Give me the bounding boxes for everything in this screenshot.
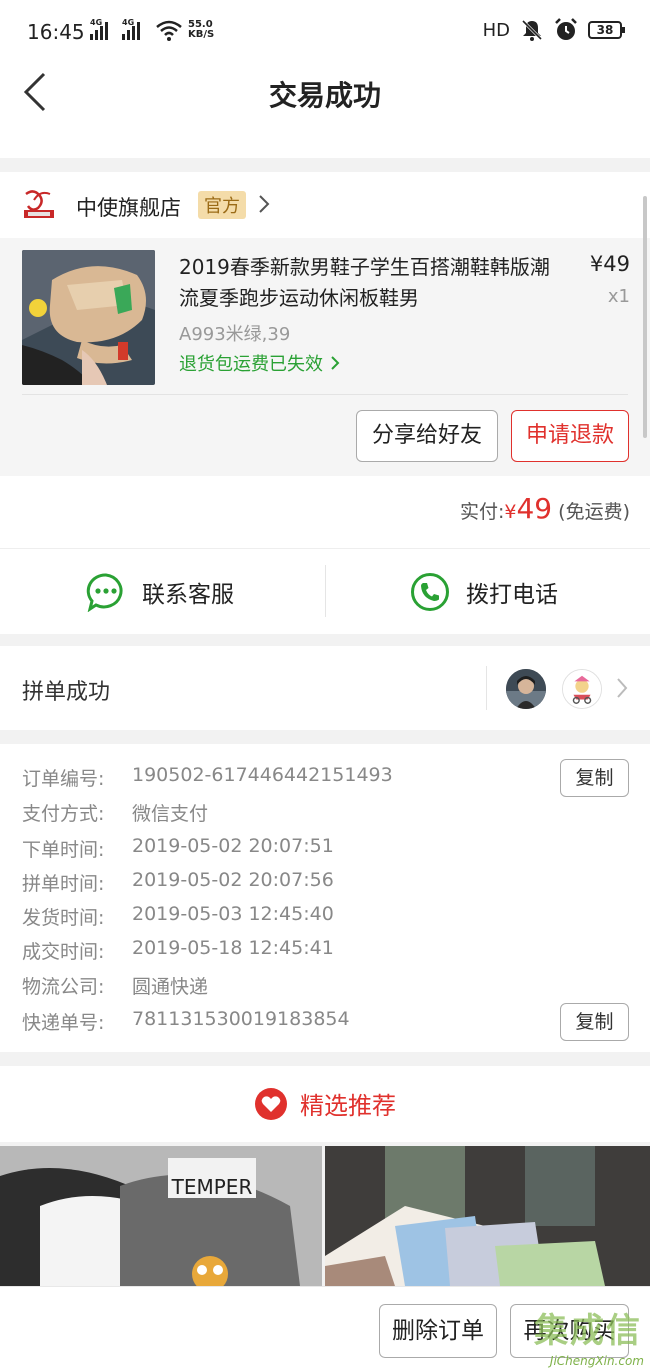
payment-amount: 49 [516,492,553,525]
recommend-title: 精选推荐 [300,1092,396,1120]
product-item[interactable]: 2019春季新款男鞋子学生百搭潮鞋韩版潮流夏季跑步运动休闲板鞋男 ¥49 x1 … [0,238,650,476]
page-title: 交易成功 [268,79,381,112]
tee-print-text: TEMPER [171,1175,253,1199]
scrollbar[interactable] [643,196,647,438]
status-right: HD 38 [482,18,625,42]
avatar[interactable] [506,669,546,709]
recommend-header: 精选推荐 [0,1066,650,1142]
payment-summary: 实付:¥49 (免运费) [459,492,630,525]
chevron-right-icon [331,356,340,370]
hd-indicator: HD [482,19,510,41]
shop-header[interactable]: 中使旗舰店 官方 [0,172,650,238]
delete-order-button[interactable]: 删除订单 [379,1304,497,1358]
product-image[interactable] [22,250,155,385]
group-buy-row[interactable]: 拼单成功 [0,646,650,730]
status-time: 16:45 [27,20,85,44]
product-quantity: x1 [607,286,630,307]
product-price: ¥49 [589,252,630,276]
shop-logo [24,190,54,218]
order-number-row: 订单编号: 190502-617446442151493 [22,764,393,790]
buy-again-button[interactable]: 再次购买 [510,1304,629,1358]
deal-time-row: 成交时间: 2019-05-18 12:45:41 [22,937,334,963]
contact-service-button[interactable]: 联系客服 [86,549,234,635]
group-time-row: 拼单时间: 2019-05-02 20:07:56 [22,869,334,895]
signal-icon: 4G [90,18,108,40]
recommend-item-image[interactable]: TEMPER [0,1146,322,1286]
divider [22,394,628,395]
divider [325,565,326,617]
logistics-company-row: 物流公司: 圆通快递 [22,976,209,998]
chevron-right-icon[interactable] [254,192,274,216]
chevron-right-icon[interactable] [612,675,632,701]
payment-row: 实付:¥49 (免运费) [0,476,650,548]
order-info: 订单编号: 190502-617446442151493 复制 支付方式: 微信… [0,744,650,1052]
battery-icon: 38 [588,21,625,39]
alarm-icon [555,18,577,40]
status-bar: 16:45 4G 4G 55.0 KB/S HD 38 [0,0,650,62]
signal-icon: 4G [122,18,140,40]
group-buy-label: 拼单成功 [22,680,111,705]
net-speed: 55.0 KB/S [188,19,215,40]
tracking-number: 781131530019183854 [132,1008,350,1030]
copy-order-number-button[interactable]: 复制 [560,759,629,797]
share-button[interactable]: 分享给好友 [356,410,498,462]
recommend-grid: TEMPER [0,1146,650,1286]
order-number: 190502-617446442151493 [132,764,393,786]
refund-button[interactable]: 申请退款 [511,410,629,462]
return-shipping-note[interactable]: 退货包运费已失效 [179,350,341,376]
call-phone-button[interactable]: 拨打电话 [410,549,558,635]
phone-icon [411,573,449,611]
mute-icon [521,19,543,41]
official-badge: 官方 [198,191,246,219]
divider [486,666,487,710]
product-title[interactable]: 2019春季新款男鞋子学生百搭潮鞋韩版潮流夏季跑步运动休闲板鞋男 [179,252,559,314]
copy-tracking-number-button[interactable]: 复制 [560,1003,629,1041]
payment-method-row: 支付方式: 微信支付 [22,803,209,825]
recommend-item-image[interactable] [325,1146,650,1286]
order-time-row: 下单时间: 2019-05-02 20:07:51 [22,835,334,861]
bottom-action-bar: 删除订单 再次购买 集成信 JiChengXin.com [0,1286,650,1372]
avatar[interactable] [562,669,602,709]
tracking-number-row: 快递单号: 781131530019183854 [22,1008,350,1034]
wifi-icon [156,20,182,41]
product-spec: A993米绿,39 [179,324,291,345]
chat-icon [86,573,123,612]
ship-time-row: 发货时间: 2019-05-03 12:45:40 [22,903,334,929]
nav-bar: 交易成功 [0,62,650,158]
heart-icon [255,1087,287,1120]
shop-name[interactable]: 中使旗舰店 [76,192,181,222]
contact-row: 联系客服 拨打电话 [0,548,650,634]
